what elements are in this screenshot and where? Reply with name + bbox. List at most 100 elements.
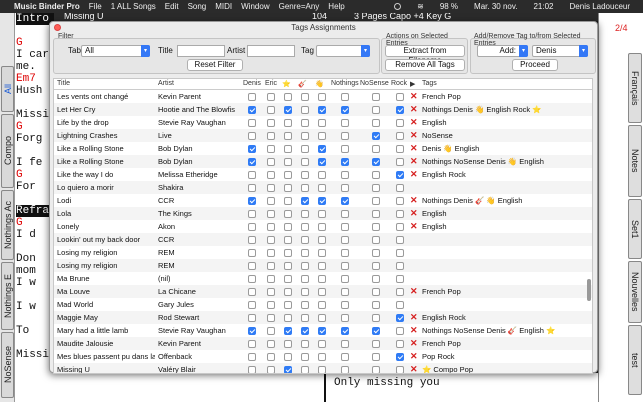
- tag-checkbox[interactable]: [372, 106, 380, 114]
- tag-checkbox[interactable]: [248, 340, 256, 348]
- tag-checkbox[interactable]: [318, 262, 326, 270]
- tag-checkbox[interactable]: [341, 353, 349, 361]
- menu-songlist[interactable]: 1 ALL Songs: [111, 2, 156, 11]
- tag-checkbox[interactable]: [284, 236, 292, 244]
- tag-filter-select[interactable]: ▾: [316, 45, 370, 57]
- tag-checkbox[interactable]: [318, 236, 326, 244]
- tag-checkbox[interactable]: [301, 223, 309, 231]
- tab-nouvelles[interactable]: Nouvelles: [628, 261, 642, 323]
- tag-checkbox[interactable]: [372, 223, 380, 231]
- col-star[interactable]: ⭐: [282, 80, 291, 88]
- tag-checkbox[interactable]: [372, 93, 380, 101]
- tag-checkbox[interactable]: [372, 171, 380, 179]
- tag-checkbox[interactable]: [248, 119, 256, 127]
- tag-checkbox[interactable]: [341, 197, 349, 205]
- tag-checkbox[interactable]: [248, 93, 256, 101]
- tag-checkbox[interactable]: [318, 301, 326, 309]
- table-row[interactable]: Mad World Gary Jules: [54, 298, 592, 311]
- tag-checkbox[interactable]: [372, 158, 380, 166]
- tag-checkbox[interactable]: [267, 353, 275, 361]
- tag-checkbox[interactable]: [267, 119, 275, 127]
- remove-tags-icon[interactable]: ✕: [410, 129, 418, 142]
- tag-checkbox[interactable]: [318, 184, 326, 192]
- tag-checkbox[interactable]: [301, 171, 309, 179]
- tag-checkbox[interactable]: [318, 145, 326, 153]
- tag-checkbox[interactable]: [284, 93, 292, 101]
- tag-checkbox[interactable]: [267, 262, 275, 270]
- tag-checkbox[interactable]: [248, 132, 256, 140]
- tag-checkbox[interactable]: [267, 275, 275, 283]
- tag-checkbox[interactable]: [284, 275, 292, 283]
- close-icon[interactable]: [54, 24, 61, 31]
- add-remove-mode-select[interactable]: Add: ▾: [477, 45, 528, 57]
- tag-checkbox[interactable]: [341, 145, 349, 153]
- proceed-button[interactable]: Proceed: [512, 59, 558, 71]
- tag-checkbox[interactable]: [318, 223, 326, 231]
- tag-checkbox[interactable]: [248, 145, 256, 153]
- tag-checkbox[interactable]: [284, 119, 292, 127]
- tag-checkbox[interactable]: [318, 275, 326, 283]
- col-guitar[interactable]: 🎸: [298, 80, 307, 88]
- menu-song[interactable]: Song: [188, 2, 207, 11]
- tag-checkbox[interactable]: [396, 197, 404, 205]
- tag-checkbox[interactable]: [267, 132, 275, 140]
- tag-checkbox[interactable]: [267, 327, 275, 335]
- remove-tags-icon[interactable]: ✕: [410, 168, 418, 181]
- remove-tags-icon[interactable]: ✕: [410, 363, 418, 373]
- tag-checkbox[interactable]: [284, 327, 292, 335]
- tab-notes[interactable]: Notes: [628, 125, 642, 197]
- tag-checkbox[interactable]: [284, 197, 292, 205]
- tag-checkbox[interactable]: [301, 262, 309, 270]
- tag-checkbox[interactable]: [396, 353, 404, 361]
- remove-tags-icon[interactable]: ✕: [410, 90, 418, 103]
- tag-checkbox[interactable]: [396, 223, 404, 231]
- tag-checkbox[interactable]: [284, 132, 292, 140]
- tag-checkbox[interactable]: [318, 327, 326, 335]
- remove-tags-icon[interactable]: ✕: [410, 337, 418, 350]
- table-row[interactable]: Mes blues passent pu dans la poOffenback…: [54, 350, 592, 363]
- tag-checkbox[interactable]: [301, 249, 309, 257]
- tag-checkbox[interactable]: [248, 314, 256, 322]
- tag-checkbox[interactable]: [318, 158, 326, 166]
- col-eric[interactable]: Eric: [265, 80, 277, 87]
- tab-all[interactable]: All: [1, 66, 14, 112]
- tag-checkbox[interactable]: [318, 106, 326, 114]
- tag-checkbox[interactable]: [341, 210, 349, 218]
- tag-checkbox[interactable]: [267, 106, 275, 114]
- col-nosense[interactable]: NoSense: [360, 80, 389, 87]
- tab-francais[interactable]: Français: [628, 53, 642, 123]
- menu-help[interactable]: Help: [328, 2, 344, 11]
- tag-checkbox[interactable]: [284, 301, 292, 309]
- tag-checkbox[interactable]: [301, 93, 309, 101]
- tag-checkbox[interactable]: [248, 353, 256, 361]
- tag-checkbox[interactable]: [248, 262, 256, 270]
- tag-checkbox[interactable]: [372, 119, 380, 127]
- tag-checkbox[interactable]: [301, 158, 309, 166]
- tag-checkbox[interactable]: [341, 366, 349, 373]
- tag-checkbox[interactable]: [372, 340, 380, 348]
- tag-checkbox[interactable]: [248, 106, 256, 114]
- tag-checkbox[interactable]: [248, 236, 256, 244]
- tag-checkbox[interactable]: [284, 366, 292, 373]
- tag-checkbox[interactable]: [284, 262, 292, 270]
- remove-tags-icon[interactable]: ✕: [410, 324, 418, 337]
- tag-checkbox[interactable]: [301, 340, 309, 348]
- tab-nothings-e[interactable]: Nothings E: [1, 262, 14, 330]
- tag-checkbox[interactable]: [301, 353, 309, 361]
- tag-checkbox[interactable]: [396, 366, 404, 373]
- tag-checkbox[interactable]: [301, 327, 309, 335]
- tag-checkbox[interactable]: [372, 366, 380, 373]
- remove-tags-icon[interactable]: ✕: [410, 220, 418, 233]
- remove-tags-icon[interactable]: ✕: [410, 350, 418, 363]
- col-rock[interactable]: Rock: [391, 80, 407, 87]
- tag-checkbox[interactable]: [341, 340, 349, 348]
- tag-checkbox[interactable]: [396, 171, 404, 179]
- tag-checkbox[interactable]: [284, 184, 292, 192]
- tag-checkbox[interactable]: [284, 171, 292, 179]
- tag-checkbox[interactable]: [284, 353, 292, 361]
- tag-checkbox[interactable]: [248, 210, 256, 218]
- tag-checkbox[interactable]: [396, 93, 404, 101]
- tag-checkbox[interactable]: [318, 340, 326, 348]
- tag-checkbox[interactable]: [396, 327, 404, 335]
- title-filter-input[interactable]: [177, 45, 225, 57]
